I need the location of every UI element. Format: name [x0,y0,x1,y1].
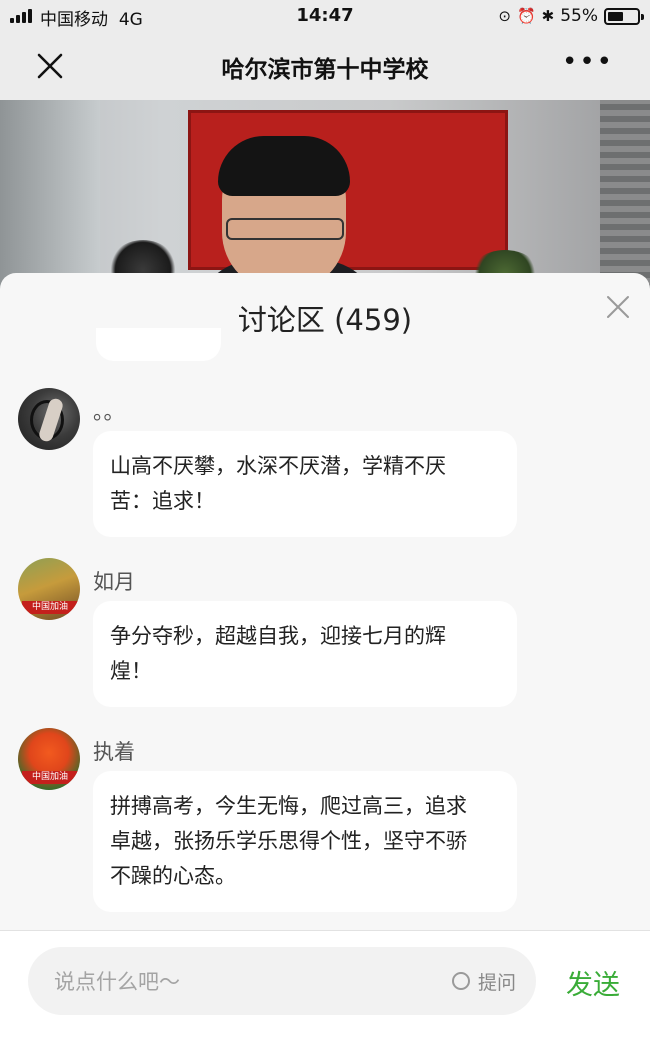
nav-bar: 哈尔滨市第十中学校 ••• [0,32,650,100]
live-video[interactable] [0,100,650,290]
avatar-badge: 中国加油 [22,771,78,784]
avatar[interactable]: 中国加油 [18,728,80,790]
page-title: 哈尔滨市第十中学校 [221,57,429,83]
status-bar: 中国移动 4G 14:47 ⊙ ⏰ ✱ 55% [0,0,650,32]
alarm-icon: ⏰ [516,7,536,25]
send-button[interactable]: 发送 [566,963,620,1002]
bluetooth-icon: ✱ [541,7,555,25]
message-bubble: 山高不厌攀，水深不厌潜，学精不厌苦：追求！ [93,431,517,537]
orientation-lock-icon: ⊙ [498,7,511,25]
battery-fill [608,11,623,21]
user-name: 。。 [93,400,125,424]
ask-label: 提问 [477,971,516,994]
avatar-badge: 中国加油 [22,601,78,614]
user-name: 执着 [93,740,135,764]
battery-percent: 55% [560,6,598,26]
ask-question-toggle[interactable]: 提问 [451,967,516,995]
user-name: 如月 [93,570,135,594]
battery-icon [604,7,644,25]
message-bubble: 拼搏高考，今生无悔，爬过高三，追求卓越，张扬乐学乐思得个性，坚守不骄不躁的心态。 [93,771,517,912]
more-icon[interactable]: ••• [562,49,614,75]
message-bubble: 争分夺秒，超越自我，迎接七月的辉煌！ [93,601,517,707]
discussion-panel: 讨论区 (459) 。。 山高不厌攀，水深不厌潜，学精不厌苦：追求！ 中国加油 … [0,273,650,1039]
message-bubble [96,328,221,361]
comment-input-bar: 提问 发送 [0,930,650,1040]
comment-input[interactable] [52,947,416,1017]
radio-icon[interactable] [451,972,470,990]
avatar[interactable] [18,388,80,450]
comment-field-wrapper: 提问 [28,947,536,1017]
status-indicators: ⊙ ⏰ ✱ 55% [498,5,644,27]
avatar[interactable]: 中国加油 [18,558,80,620]
close-icon[interactable] [606,295,630,319]
